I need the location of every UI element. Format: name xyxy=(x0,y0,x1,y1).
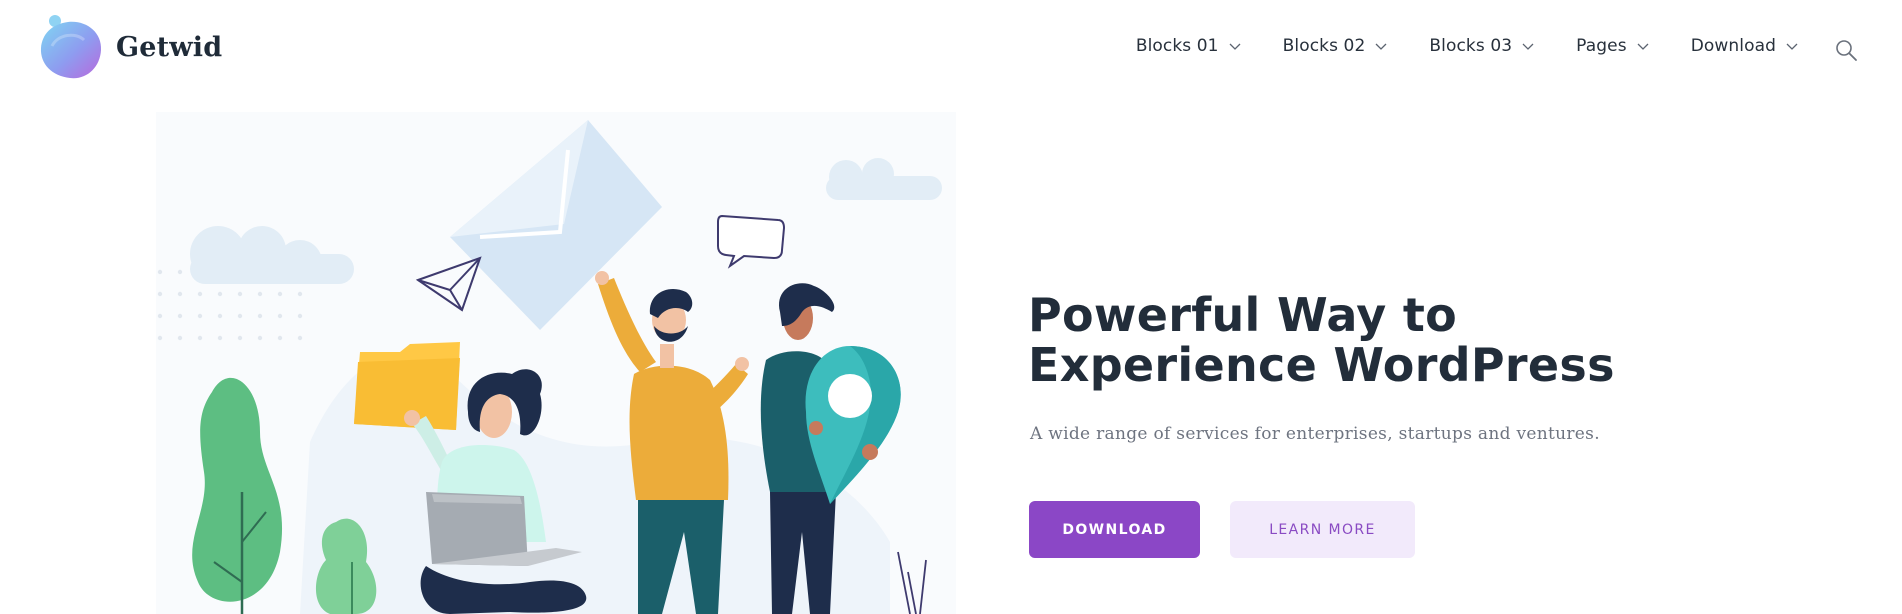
hero-illustration xyxy=(156,112,956,614)
chevron-down-icon xyxy=(1637,43,1649,50)
learn-more-button[interactable]: LEARN MORE xyxy=(1230,501,1415,558)
main-nav: Blocks 01 Blocks 02 Blocks 03 Pages Down… xyxy=(1136,36,1798,56)
chevron-down-icon xyxy=(1522,43,1534,50)
search-icon[interactable] xyxy=(1834,38,1858,62)
chevron-down-icon xyxy=(1375,43,1387,50)
nav-item-label: Pages xyxy=(1576,36,1627,56)
nav-item-download[interactable]: Download xyxy=(1691,36,1798,56)
nav-item-label: Blocks 02 xyxy=(1282,36,1366,56)
nav-item-label: Download xyxy=(1690,36,1776,56)
getwid-logo-icon xyxy=(40,15,102,79)
nav-item-blocks-01[interactable]: Blocks 01 xyxy=(1136,36,1241,56)
site-header: Getwid Blocks 01 Blocks 02 Blocks 03 Pag… xyxy=(0,0,1902,100)
logo-link[interactable]: Getwid xyxy=(38,14,222,80)
nav-item-blocks-02[interactable]: Blocks 02 xyxy=(1283,36,1388,56)
chevron-down-icon xyxy=(1229,43,1241,50)
nav-item-label: Blocks 01 xyxy=(1135,36,1219,56)
nav-item-label: Blocks 03 xyxy=(1429,36,1513,56)
logo-text: Getwid xyxy=(116,31,223,63)
download-button[interactable]: DOWNLOAD xyxy=(1029,501,1200,558)
chevron-down-icon xyxy=(1786,43,1798,50)
hero-subtitle: A wide range of services for enterprises… xyxy=(1030,424,1600,444)
nav-item-blocks-03[interactable]: Blocks 03 xyxy=(1429,36,1534,56)
nav-item-pages[interactable]: Pages xyxy=(1576,36,1649,56)
hero-title: Powerful Way to Experience WordPress xyxy=(1028,288,1615,392)
